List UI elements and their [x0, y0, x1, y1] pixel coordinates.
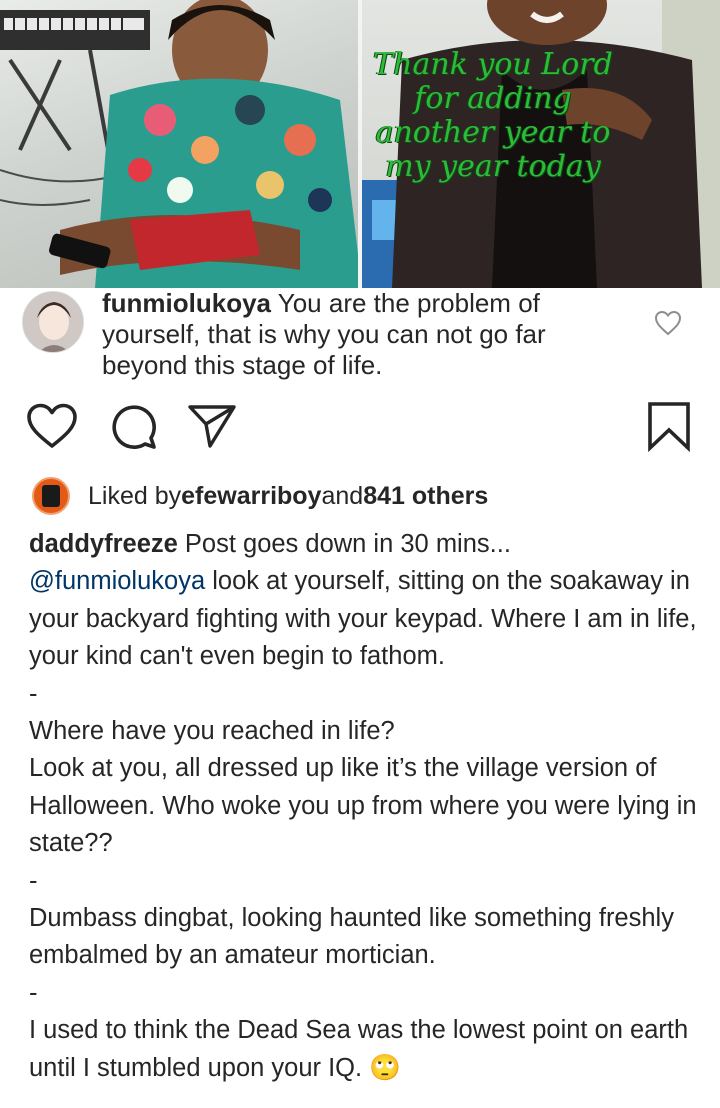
liked-by-prefix: Liked by: [88, 481, 182, 510]
paper-plane-icon[interactable]: [186, 398, 238, 454]
post-caption: daddyfreeze Post goes down in 30 mins...…: [29, 526, 709, 1087]
liked-by-joiner: and: [321, 481, 364, 510]
heart-icon[interactable]: [26, 398, 78, 454]
post-actions-bar: [0, 398, 720, 458]
caption-separator: -: [29, 866, 38, 895]
liked-by-row[interactable]: Liked by efewarriboy and 841 others: [32, 476, 488, 516]
caption-separator: -: [29, 978, 38, 1007]
caption-first-line: daddyfreeze Post goes down in 30 mins...: [29, 526, 709, 563]
image-overlay-caption: Thank you Lord for adding another year t…: [373, 47, 613, 184]
photo-left-illustration: [0, 0, 362, 288]
comment-text: funmiolukoya You are the problem of your…: [102, 288, 622, 381]
caption-paragraph-1: @funmiolukoya look at yourself, sitting …: [29, 563, 709, 675]
caption-paragraph-3: Look at you, all dressed up like it’s th…: [29, 754, 697, 858]
commenter-avatar[interactable]: [22, 291, 84, 353]
small-heart-icon[interactable]: [654, 310, 682, 336]
comment-bubble-icon[interactable]: [108, 398, 158, 454]
caption-paragraph-4: Dumbass dingbat, looking haunted like so…: [29, 904, 674, 970]
comment-row: funmiolukoya You are the problem of your…: [22, 288, 702, 381]
caption-first-text: Post goes down in 30 mins...: [177, 530, 511, 558]
caption-separator: -: [29, 679, 38, 708]
caption-username[interactable]: daddyfreeze: [29, 530, 178, 558]
caption-paragraph-2: Where have you reached in life?: [29, 717, 395, 746]
liked-by-others[interactable]: 841 others: [363, 482, 488, 511]
post-image[interactable]: Thank you Lord for adding another year t…: [0, 0, 720, 288]
comment-username[interactable]: funmiolukoya: [102, 288, 271, 318]
photo-left: [0, 0, 362, 288]
caption-paragraph-5: I used to think the Dead Sea was the low…: [29, 1016, 689, 1082]
avatar-illustration: [23, 292, 83, 352]
liker-avatar[interactable]: [32, 477, 70, 515]
caption-mention[interactable]: @funmiolukoya: [29, 567, 205, 595]
liked-by-user[interactable]: efewarriboy: [181, 482, 321, 511]
bookmark-icon[interactable]: [646, 398, 692, 454]
